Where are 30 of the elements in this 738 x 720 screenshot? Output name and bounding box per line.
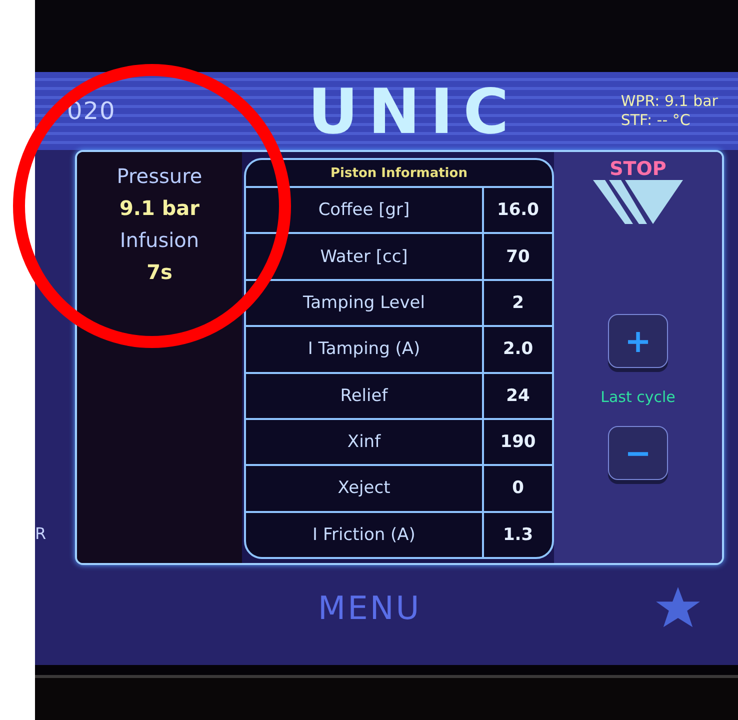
table-cell-text: 70	[505, 246, 531, 269]
menu-button[interactable]: MENU	[318, 589, 422, 627]
table-cell-text: 0	[511, 477, 525, 500]
reading-value: 9.1 bar	[119, 195, 200, 222]
reading-value: 7s	[146, 259, 172, 286]
stripes-triangle-icon	[593, 180, 683, 226]
status-text: WPR: 9.1 bar	[620, 92, 718, 111]
table-cell: Water [cc]	[246, 234, 484, 279]
table-cell: I Tamping (A)	[246, 327, 484, 372]
status-text: STF: -- °C	[620, 111, 692, 130]
table-cell: Xinf	[246, 420, 484, 464]
reading-label: Infusion	[120, 227, 200, 254]
table-cell-text: 2.0	[502, 338, 534, 362]
reading-label: Pressure	[116, 163, 202, 190]
edge-text: R	[35, 524, 46, 543]
star-icon[interactable]	[656, 587, 700, 629]
cycle-label: Last cycle	[600, 388, 676, 406]
table-cell-text: 16.0	[496, 199, 540, 222]
table-cell: Xeject	[246, 466, 484, 511]
table-cell-text: 2	[511, 292, 525, 315]
table-cell: Coffee [gr]	[246, 188, 484, 232]
table-cell-text: 24	[505, 384, 531, 408]
table-cell-text: 190	[499, 431, 537, 454]
logo: UNIC	[308, 74, 519, 148]
table-cell: I Friction (A)	[246, 512, 484, 557]
table-cell-text: 1.3	[502, 524, 534, 547]
stop-button[interactable]: STOP	[593, 158, 683, 226]
table-title: Piston Information	[246, 160, 552, 188]
table-cell: Tamping Level	[246, 280, 484, 326]
table-cell: Relief	[246, 374, 484, 418]
